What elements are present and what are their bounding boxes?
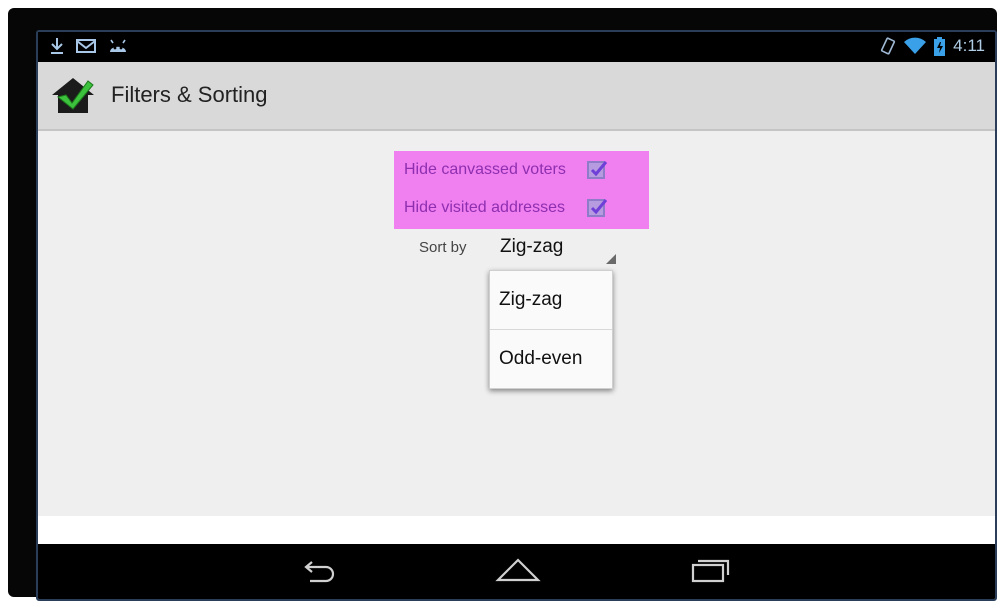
battery-icon xyxy=(934,36,946,56)
sort-selected-value: Zig-zag xyxy=(500,236,564,257)
filter-hide-visited-row[interactable]: Hide visited addresses xyxy=(404,193,608,223)
sort-spinner[interactable]: Zig-zag xyxy=(496,234,616,266)
sort-option-odd-even[interactable]: Odd-even xyxy=(490,330,612,388)
app-logo-icon[interactable] xyxy=(50,73,96,119)
notification-icons xyxy=(50,37,128,55)
sort-option-zig-zag[interactable]: Zig-zag xyxy=(490,271,612,329)
filter-hide-visited-label: Hide visited addresses xyxy=(404,199,565,216)
android-icon xyxy=(110,39,126,52)
gmail-icon xyxy=(76,39,96,53)
dropdown-arrow-icon xyxy=(606,254,616,264)
recents-icon[interactable] xyxy=(690,556,730,586)
screen-title: Filters & Sorting xyxy=(111,82,268,107)
sort-by-label: Sort by xyxy=(419,239,467,256)
home-icon[interactable] xyxy=(495,556,541,586)
checkmark-icon xyxy=(590,199,608,215)
filter-hide-canvassed-checkbox[interactable] xyxy=(587,161,608,179)
download-icon xyxy=(51,38,63,54)
wifi-icon xyxy=(904,37,927,54)
filter-hide-canvassed-label: Hide canvassed voters xyxy=(404,161,566,178)
navigation-bar xyxy=(38,544,995,599)
filters-panel: Hide canvassed voters Hide visited addre… xyxy=(38,131,995,516)
screen: 4:11 Filters & Sorting Hide canvassed vo… xyxy=(36,30,997,601)
sort-dropdown-menu: Zig-zag Odd-even xyxy=(489,270,613,389)
status-bar: 4:11 xyxy=(38,32,995,62)
checkmark-icon xyxy=(590,161,608,177)
content-footer xyxy=(38,516,995,544)
system-icons: 4:11 xyxy=(880,36,985,56)
back-icon[interactable] xyxy=(302,556,342,586)
filter-hide-visited-checkbox[interactable] xyxy=(587,199,608,217)
vibrate-icon xyxy=(881,37,896,55)
clock: 4:11 xyxy=(953,36,985,55)
device-frame: 4:11 Filters & Sorting Hide canvassed vo… xyxy=(8,8,997,601)
action-bar: Filters & Sorting xyxy=(38,62,995,131)
filter-hide-canvassed-row[interactable]: Hide canvassed voters xyxy=(404,155,608,185)
